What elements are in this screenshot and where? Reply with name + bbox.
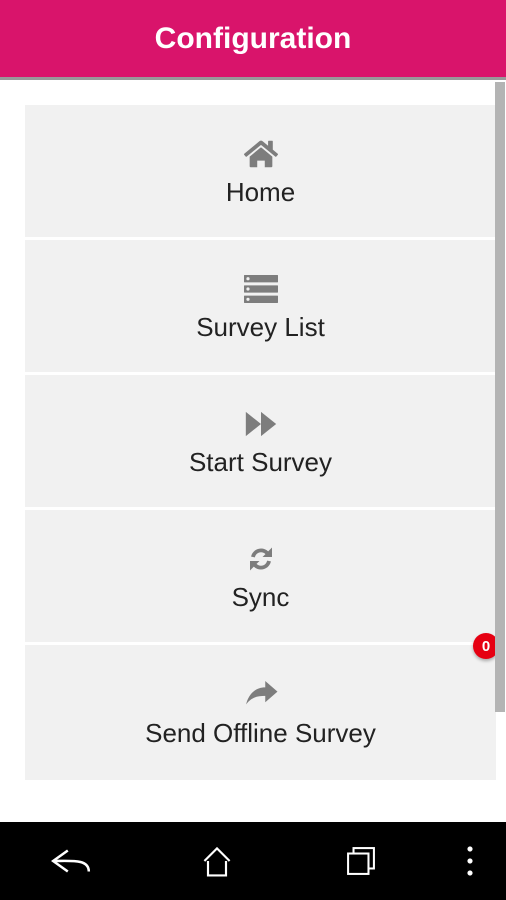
share-icon	[242, 676, 280, 714]
page-title: Configuration	[155, 22, 352, 56]
app-header: Configuration	[0, 0, 506, 80]
fast-forward-icon	[242, 405, 280, 443]
menu-label: Survey List	[196, 312, 325, 343]
content-inner: Home Survey List Start Survey	[0, 80, 506, 822]
list-icon	[242, 270, 280, 308]
menu-item-survey-list[interactable]: Survey List	[25, 240, 496, 375]
content-area: Home Survey List Start Survey	[0, 80, 506, 822]
nav-menu-button[interactable]	[434, 822, 506, 900]
android-navbar	[0, 822, 506, 900]
nav-back-button[interactable]	[0, 822, 145, 900]
nav-home-button[interactable]	[145, 822, 290, 900]
scrollbar[interactable]	[495, 82, 505, 712]
config-menu: Home Survey List Start Survey	[25, 105, 496, 780]
menu-label: Send Offline Survey	[145, 718, 376, 749]
home-icon	[242, 135, 280, 173]
menu-label: Start Survey	[189, 447, 332, 478]
nav-recent-button[interactable]	[289, 822, 434, 900]
menu-item-start-survey[interactable]: Start Survey	[25, 375, 496, 510]
menu-label: Sync	[232, 582, 290, 613]
menu-label: Home	[226, 177, 295, 208]
screen: Configuration Home Survey List	[0, 0, 506, 900]
sync-icon	[242, 540, 280, 578]
menu-item-home[interactable]: Home	[25, 105, 496, 240]
menu-item-sync[interactable]: Sync	[25, 510, 496, 645]
menu-item-send-offline[interactable]: 0 Send Offline Survey	[25, 645, 496, 780]
